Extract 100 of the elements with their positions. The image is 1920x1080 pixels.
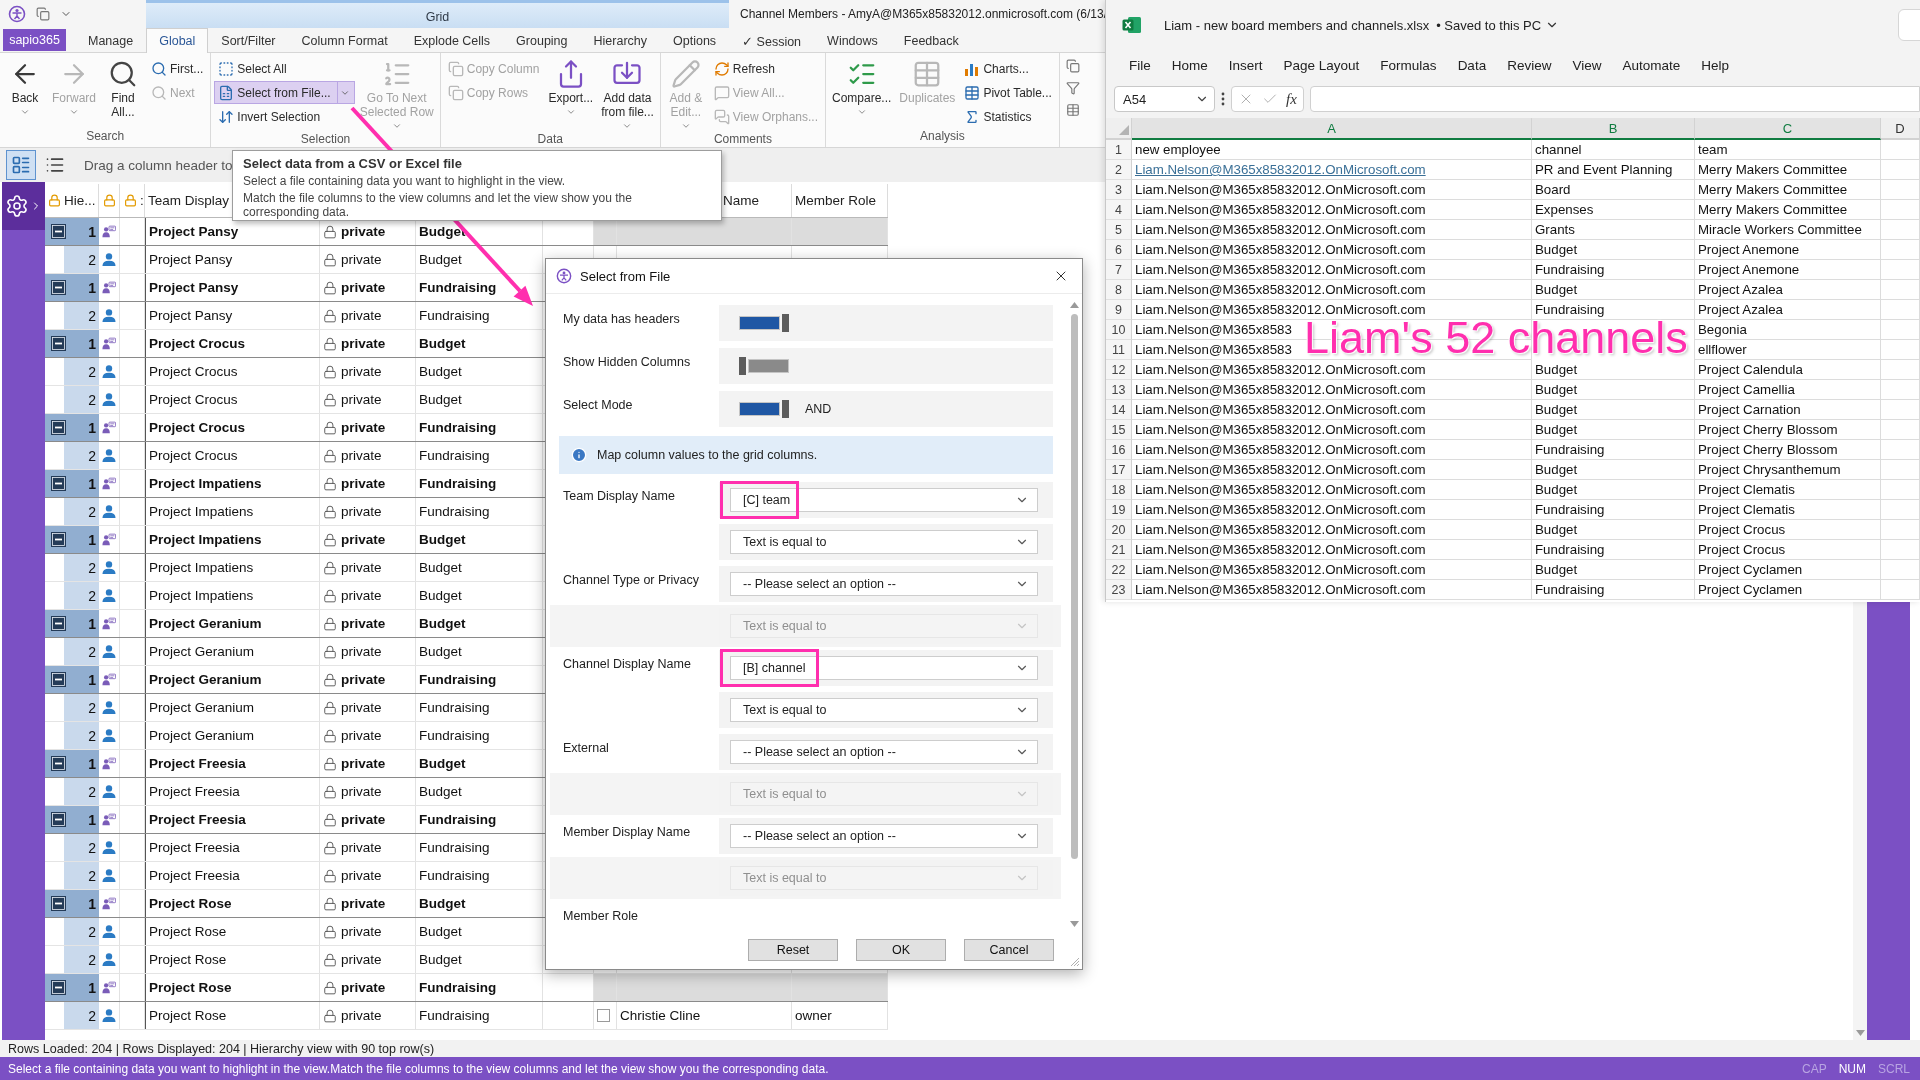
collapse-button[interactable] xyxy=(51,476,66,491)
column-header[interactable]: Team Display xyxy=(148,193,230,208)
dialog-button[interactable]: Reset xyxy=(748,939,838,961)
column-header[interactable]: C xyxy=(1695,118,1881,140)
table-icon[interactable] xyxy=(1065,103,1080,117)
menu-item[interactable]: Help xyxy=(1701,57,1729,73)
ribbon-button[interactable]: Pivot Table... xyxy=(960,81,1056,104)
dialog-button[interactable]: Cancel xyxy=(964,939,1054,961)
empty-cell[interactable] xyxy=(1881,400,1920,420)
dialog-button[interactable]: OK xyxy=(856,939,946,961)
dropdown-field[interactable]: [B] channel xyxy=(730,656,1038,680)
column-header[interactable]: D xyxy=(1881,118,1920,140)
empty-cell[interactable] xyxy=(1881,580,1920,600)
empty-cell[interactable] xyxy=(1881,180,1920,200)
collapse-button[interactable] xyxy=(51,756,66,771)
menu-item[interactable]: Review xyxy=(1507,57,1552,73)
toggle-switch[interactable] xyxy=(739,357,789,375)
column-header[interactable]: Name xyxy=(723,193,759,208)
ribbon-tab[interactable]: Column Format xyxy=(288,28,401,53)
collapse-button[interactable] xyxy=(51,532,66,547)
empty-cell[interactable] xyxy=(1881,340,1920,360)
empty-cell[interactable] xyxy=(1881,320,1920,340)
empty-cell[interactable] xyxy=(1881,140,1920,160)
scroll-down-icon[interactable] xyxy=(1070,921,1079,927)
copy-icon[interactable] xyxy=(1065,59,1080,73)
toggle-switch[interactable] xyxy=(739,400,789,418)
scroll-up-icon[interactable] xyxy=(1070,302,1079,308)
ribbon-tab[interactable]: Grouping xyxy=(503,28,581,53)
context-tab[interactable]: Grid xyxy=(146,0,729,28)
ribbon-button[interactable]: Add data from file... xyxy=(598,55,657,132)
ribbon-button[interactable]: Charts... xyxy=(960,57,1056,80)
empty-cell[interactable] xyxy=(1881,460,1920,480)
ribbon-button[interactable]: Export... xyxy=(545,55,597,118)
scroll-down-icon[interactable] xyxy=(1855,1030,1865,1036)
empty-cell[interactable] xyxy=(1881,200,1920,220)
dropdown-field[interactable]: [C] team xyxy=(730,488,1038,512)
dropdown-field[interactable]: -- Please select an option -- xyxy=(730,572,1038,596)
menu-item[interactable]: Data xyxy=(1457,57,1487,73)
menu-item[interactable]: Automate xyxy=(1622,57,1681,73)
dropdown-field[interactable]: Text is equal to xyxy=(730,530,1038,554)
ribbon-tab[interactable]: Windows xyxy=(814,28,891,53)
ribbon-tab[interactable]: Options xyxy=(660,28,730,53)
menu-item[interactable]: Formulas xyxy=(1380,57,1437,73)
ribbon-button[interactable]: First... xyxy=(147,57,208,80)
ribbon-button[interactable]: Select from File... xyxy=(214,81,355,104)
column-header[interactable]: A xyxy=(1132,118,1532,140)
empty-cell[interactable] xyxy=(1881,160,1920,180)
column-header[interactable]: Member Role xyxy=(795,193,877,208)
empty-cell[interactable] xyxy=(1881,300,1920,320)
corner-triangle-icon[interactable] xyxy=(1119,125,1129,135)
ribbon-button[interactable]: Back xyxy=(3,55,47,118)
empty-cell[interactable] xyxy=(1881,520,1920,540)
collapse-button[interactable] xyxy=(51,980,66,995)
ribbon-tab[interactable]: Global xyxy=(146,28,209,53)
collapse-button[interactable] xyxy=(51,672,66,687)
group-row[interactable]: 1 Project Rose private Fundraising xyxy=(45,974,888,1002)
gear-icon[interactable] xyxy=(5,194,29,218)
menu-item[interactable]: View xyxy=(1572,57,1602,73)
ribbon-button[interactable]: Statistics xyxy=(960,105,1056,128)
link[interactable]: Liam.Nelson@M365x85832012.OnMicrosoft.com xyxy=(1132,160,1532,180)
formula-field[interactable] xyxy=(1310,86,1920,112)
filter-icon[interactable] xyxy=(1065,81,1080,95)
empty-cell[interactable] xyxy=(1881,560,1920,580)
empty-cell[interactable] xyxy=(1881,380,1920,400)
collapse-button[interactable] xyxy=(51,420,66,435)
more-options-icon[interactable] xyxy=(1221,92,1225,106)
menu-item[interactable]: Home xyxy=(1171,57,1208,73)
empty-cell[interactable] xyxy=(1881,280,1920,300)
collapse-button[interactable] xyxy=(51,616,66,631)
ribbon-tab[interactable]: Manage xyxy=(75,28,147,53)
menu-item[interactable]: File xyxy=(1129,57,1151,73)
column-header[interactable]: Hie... xyxy=(64,193,96,208)
checkbox[interactable] xyxy=(597,1009,610,1022)
table-row[interactable]: 2 Project Rose private Fundraising Christie Cline owner xyxy=(45,1002,888,1030)
collapse-button[interactable] xyxy=(51,812,66,827)
empty-cell[interactable] xyxy=(1881,480,1920,500)
dropdown-field[interactable]: Text is equal to xyxy=(730,698,1038,722)
collapse-button[interactable] xyxy=(51,336,66,351)
group-row[interactable]: 1 Project Pansy private Budget xyxy=(45,218,888,246)
menu-item[interactable]: Page Layout xyxy=(1283,57,1360,73)
empty-cell[interactable] xyxy=(1881,420,1920,440)
collapse-button[interactable] xyxy=(51,224,66,239)
ribbon-button[interactable]: Invert Selection xyxy=(214,105,355,128)
toggle-switch[interactable] xyxy=(739,314,789,332)
ribbon-tab[interactable]: Explode Cells xyxy=(400,28,504,53)
dropdown-field[interactable]: -- Please select an option -- xyxy=(730,824,1038,848)
ribbon-button[interactable]: Select All xyxy=(214,57,355,80)
ribbon-tab[interactable]: Hierarchy xyxy=(580,28,661,53)
empty-cell[interactable] xyxy=(1881,260,1920,280)
ribbon-tab[interactable]: Sort/Filter xyxy=(208,28,289,53)
column-header[interactable]: B xyxy=(1532,118,1695,140)
ribbon-button[interactable]: Find All... xyxy=(101,55,145,120)
ribbon-tab[interactable]: ✓ Session xyxy=(729,28,815,53)
scrollbar-thumb[interactable] xyxy=(1071,314,1078,859)
function-button[interactable]: fx xyxy=(1286,90,1297,108)
view-button[interactable] xyxy=(6,150,36,180)
ribbon-tab[interactable]: Feedback xyxy=(890,28,972,53)
collapse-button[interactable] xyxy=(51,280,66,295)
empty-cell[interactable] xyxy=(1881,360,1920,380)
collapse-button[interactable] xyxy=(51,896,66,911)
